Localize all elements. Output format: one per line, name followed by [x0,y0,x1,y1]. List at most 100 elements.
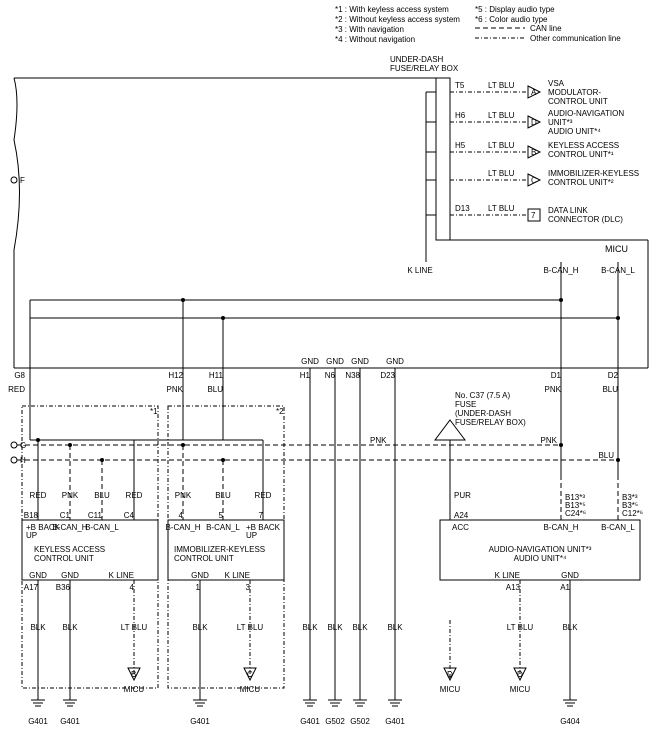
svg-text:*5 : Display audio type: *5 : Display audio type [475,5,555,14]
svg-text:*6 : Color audio type: *6 : Color audio type [475,15,548,24]
svg-text:D2: D2 [608,371,619,380]
svg-text:BLK: BLK [327,623,343,632]
svg-text:N38: N38 [345,371,360,380]
svg-text:GND: GND [29,571,47,580]
svg-text:LT BLU: LT BLU [121,623,148,632]
svg-text:VSAMODULATOR-CONTROL UNIT: VSAMODULATOR-CONTROL UNIT [548,79,608,106]
svg-text:7: 7 [531,211,536,220]
svg-text:H1: H1 [300,371,311,380]
svg-text:PNK: PNK [370,436,387,445]
svg-text:IMMOBILIZER-KEYLESSCONTROL UNI: IMMOBILIZER-KEYLESSCONTROL UNIT [174,545,265,563]
svg-text:K LINE: K LINE [495,571,520,580]
svg-text:MICU: MICU [124,685,145,694]
svg-text:PNK: PNK [545,385,562,394]
svg-text:LT BLU: LT BLU [488,169,515,178]
svg-text:G502: G502 [325,717,345,726]
svg-text:BLU: BLU [207,385,223,394]
svg-text:MICU: MICU [440,685,461,694]
svg-text:B-CAN_H: B-CAN_H [543,266,578,275]
svg-text:AUDIO-NAVIGATIONUNIT*³AUDIO UN: AUDIO-NAVIGATIONUNIT*³AUDIO UNIT*⁴ [548,109,624,136]
svg-text:3: 3 [246,583,251,592]
svg-text:B18: B18 [24,511,39,520]
svg-text:KEYLESS ACCESSCONTROL UNIT*¹: KEYLESS ACCESSCONTROL UNIT*¹ [548,141,619,159]
svg-text:*4 : Without navigation: *4 : Without navigation [335,35,415,44]
svg-text:*1: *1 [150,407,158,416]
svg-text:ACC: ACC [452,523,469,532]
svg-text:RED: RED [8,385,25,394]
svg-text:LT BLU: LT BLU [237,623,264,632]
svg-text:B-CAN_L: B-CAN_L [206,523,240,532]
svg-text:BLU: BLU [94,491,110,500]
svg-text:G404: G404 [560,717,580,726]
svg-text:IMMOBILIZER-KEYLESSCONTROL UNI: IMMOBILIZER-KEYLESSCONTROL UNIT*² [548,169,639,187]
svg-text:LT BLU: LT BLU [488,81,515,90]
svg-text:GND: GND [386,357,404,366]
svg-text:MICU: MICU [240,685,261,694]
under-dash-label: UNDER-DASHFUSE/RELAY BOX [390,55,459,73]
svg-text:1: 1 [196,583,201,592]
svg-text:A17: A17 [24,583,39,592]
svg-text:GND: GND [326,357,344,366]
svg-text:BLU: BLU [598,451,614,460]
audio-nav-unit: AUDIO-NAVIGATION UNIT*³AUDIO UNIT*⁴ ACC … [440,475,643,700]
svg-text:K LINE: K LINE [407,266,432,275]
svg-text:MICU: MICU [605,244,628,254]
svg-text:C: C [247,670,253,679]
right-units: T5 LT BLU A VSAMODULATOR-CONTROL UNIT H6… [450,79,639,224]
svg-text:LT BLU: LT BLU [488,141,515,150]
svg-text:4: 4 [179,511,184,520]
keyless-access-unit: *1 KEYLESS ACCESSCONTROL UNIT RED PNK BL… [22,406,158,700]
svg-text:B: B [131,670,136,679]
svg-text:BLU: BLU [602,385,618,394]
svg-text:D: D [447,670,453,679]
svg-text:H5: H5 [455,141,466,150]
svg-text:BLK: BLK [62,623,78,632]
svg-text:GND: GND [61,571,79,580]
svg-text:LT BLU: LT BLU [507,623,534,632]
svg-text:BLK: BLK [192,623,208,632]
svg-text:G502: G502 [350,717,370,726]
svg-text:G401: G401 [385,717,405,726]
svg-text:LT BLU: LT BLU [488,204,515,213]
svg-text:BLK: BLK [30,623,46,632]
svg-text:B-CAN_L: B-CAN_L [601,523,635,532]
svg-text:B36: B36 [56,583,71,592]
svg-text:D: D [517,670,523,679]
svg-text:5: 5 [219,511,224,520]
svg-text:G8: G8 [14,371,25,380]
svg-text:G401: G401 [28,717,48,726]
svg-text:C24*⁶: C24*⁶ [565,509,586,518]
svg-text:PNK: PNK [167,385,184,394]
svg-text:KEYLESS ACCESSCONTROL UNIT: KEYLESS ACCESSCONTROL UNIT [34,545,105,563]
svg-text:AUDIO-NAVIGATION UNIT*³AUDIO U: AUDIO-NAVIGATION UNIT*³AUDIO UNIT*⁴ [489,545,592,563]
svg-text:G401: G401 [300,717,320,726]
svg-text:B-CAN_L: B-CAN_L [85,523,119,532]
svg-text:G401: G401 [60,717,80,726]
svg-text:A1: A1 [560,583,570,592]
wiring-diagram: *1 : With keyless access system *2 : Wit… [0,0,658,756]
svg-text:RED: RED [126,491,143,500]
svg-text:PUR: PUR [454,491,471,500]
svg-text:B: B [531,148,536,157]
svg-text:G401: G401 [190,717,210,726]
svg-text:PNK: PNK [175,491,192,500]
svg-text:C: C [531,176,537,185]
svg-text:B-CAN_H: B-CAN_H [52,523,87,532]
svg-text:*1 : With keyless access syste: *1 : With keyless access system [335,5,449,14]
svg-text:B-CAN_H: B-CAN_H [165,523,200,532]
svg-text:LT BLU: LT BLU [488,111,515,120]
svg-text:*2 : Without keyless access sy: *2 : Without keyless access system [335,15,460,24]
svg-text:GND: GND [191,571,209,580]
svg-text:+B BACKUP: +B BACKUP [246,523,281,540]
svg-text:C1: C1 [60,511,71,520]
svg-text:K LINE: K LINE [109,571,134,580]
svg-text:F: F [20,176,25,185]
svg-text:BLK: BLK [302,623,318,632]
svg-text:N6: N6 [325,371,336,380]
svg-text:PNK: PNK [62,491,79,500]
svg-text:Other communication line: Other communication line [530,34,621,43]
svg-text:D1: D1 [551,371,562,380]
svg-text:B-CAN_H: B-CAN_H [543,523,578,532]
svg-text:GND: GND [351,357,369,366]
svg-text:H11: H11 [209,371,224,380]
